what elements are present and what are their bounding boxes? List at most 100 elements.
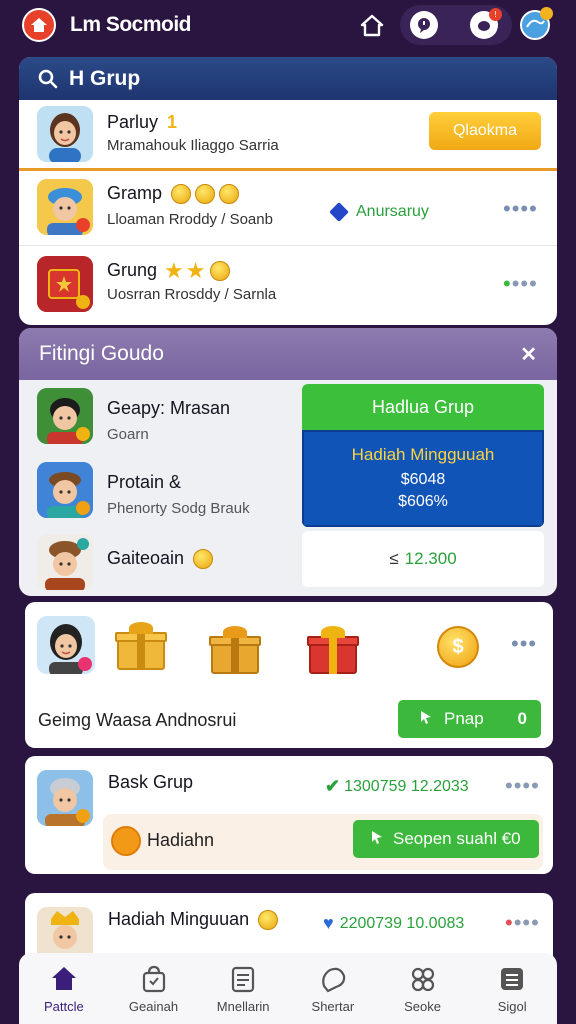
pointer-icon [418, 709, 434, 730]
group-row[interactable]: Grung ★★ Uosrran Rrosddy / Sarnla •••• [19, 245, 557, 325]
gift-box-icon[interactable] [115, 622, 167, 670]
close-icon[interactable]: ✕ [520, 342, 537, 367]
bottom-navigation: Pattcle Geainah Mnellarin Shertar Seoke … [19, 953, 557, 1024]
coin-icon [209, 261, 230, 281]
more-options-icon[interactable]: •••• [505, 775, 540, 797]
row-title: Geapy: Mrasan [107, 398, 231, 418]
diamond-icon [329, 202, 349, 222]
group-row[interactable]: Gramp Lloaman Rroddy / Soanb Anursaruy •… [19, 168, 557, 244]
group-panel-title: H Grup [69, 66, 141, 90]
coin-icon [171, 184, 192, 205]
gift-panel: $ ••• Geimg Waasa Andnosrui Pnap 0 [25, 602, 553, 748]
gift-box-icon[interactable] [307, 626, 359, 674]
app-title: Lm Socmoid [70, 13, 192, 36]
status-tag-label: Anursaruy [356, 203, 429, 220]
coin-icon [219, 184, 240, 205]
star-icon: ★ [164, 258, 184, 283]
row-meta: 1300759 12.2033 [344, 777, 469, 795]
nav-item-seoke[interactable]: Seoke [378, 953, 468, 1024]
nav-label: Geainah [128, 999, 179, 1014]
reward-strip-label: Hadiahn [147, 830, 215, 850]
open-button-label: Seopen suahl €0 [393, 829, 521, 848]
group-row[interactable]: Parluy 1 Mramahouk Iliaggo Sarria Qlaokm… [19, 100, 557, 168]
home-icon[interactable] [356, 10, 388, 42]
group-panel: H Grup Parluy 1 Mramahouk Iliaggo Sarria… [19, 57, 557, 325]
nav-item-sigol[interactable]: Sigol [467, 953, 557, 1024]
avatar [37, 179, 93, 235]
reward-card-body: Hadiah Mingguuah $6048 $606% [302, 430, 544, 527]
more-options-icon[interactable]: •••• [503, 273, 538, 295]
game-icon [407, 963, 439, 995]
nav-item-pattcle[interactable]: Pattcle [19, 953, 109, 1024]
notification-badge-icon: ! [489, 8, 502, 21]
avatar [37, 770, 93, 826]
list-icon [227, 963, 259, 995]
row-title: Gaiteoain [107, 548, 185, 568]
reward-card-header: Hadlua Grup [302, 384, 544, 430]
play-button[interactable]: Pnap 0 [398, 700, 541, 738]
search-icon[interactable] [37, 68, 59, 90]
filter-row[interactable]: Protain & Phenorty Sodg Brauk [19, 460, 299, 530]
coin-icon[interactable]: $ [437, 626, 479, 668]
row-action-button[interactable]: Qlaokma [429, 112, 541, 150]
avatar [37, 106, 93, 162]
open-button[interactable]: Seopen suahl €0 [353, 820, 539, 858]
avatar [37, 462, 93, 518]
chat-icon [317, 963, 349, 995]
nav-label: Mnellarin [216, 999, 270, 1014]
gift-panel-label: Geimg Waasa Andnosrui [38, 710, 237, 730]
chat-bubble-icon[interactable] [410, 11, 438, 39]
coin-icon [258, 910, 279, 931]
rank-badge: 1 [167, 112, 178, 132]
row-subtitle: Lloaman Rroddy / Soanb [107, 211, 273, 228]
reward-value: $6048 [400, 470, 446, 488]
coin-icon [195, 184, 216, 205]
check-icon: ✔ [325, 776, 341, 796]
filter-panel-title: Fitingi Goudo [39, 342, 164, 365]
app-logo-icon[interactable] [22, 8, 56, 42]
row-subtitle: Goarn [107, 426, 149, 443]
notification-icon[interactable]: ! [470, 8, 502, 39]
row-subtitle: Uosrran Rrosddy / Sarnla [107, 286, 277, 303]
coin-icon [111, 826, 141, 856]
row-title: Hadiah Minguuan [108, 909, 250, 929]
nav-label: Seoke [404, 999, 441, 1014]
play-button-label: Pnap [444, 709, 484, 728]
nav-label: Pattcle [43, 999, 84, 1014]
star-icon: ★ [185, 258, 206, 283]
avatar [37, 256, 93, 312]
more-options-icon[interactable]: ••• [511, 633, 537, 655]
avatar [37, 534, 93, 590]
coin-icon [193, 549, 214, 570]
nav-item-shertar[interactable]: Shertar [288, 953, 378, 1024]
nav-item-mnellarin[interactable]: Mnellarin [198, 953, 288, 1024]
row-title: Protain & [107, 472, 182, 492]
bag-icon [138, 963, 170, 995]
row-subtitle: Mramahouk Iliaggo Sarria [107, 137, 279, 154]
home-icon [48, 963, 80, 995]
pointer-icon [369, 829, 385, 850]
nav-label: Sigol [497, 999, 527, 1014]
reward-title: Hadiah Mingguuah [351, 444, 495, 464]
menu-icon [496, 963, 528, 995]
group-panel-header: H Grup [19, 57, 557, 100]
filter-panel: Fitingi Goudo ✕ Geapy: Mrasan Goarn Prot… [19, 328, 557, 596]
status-tag: Anursaruy [329, 202, 429, 222]
amount-prefix: ≤ [389, 549, 399, 568]
weekly-reward-card[interactable]: Hadlua Grup Hadiah Mingguuah $6048 $606% [302, 384, 544, 527]
filter-panel-header: Fitingi Goudo [19, 328, 557, 380]
heart-icon: ♥ [323, 913, 334, 933]
avatar [37, 388, 93, 444]
profile-globe-icon[interactable] [520, 7, 553, 40]
amount-box: ≤ 12.300 [302, 531, 544, 587]
filter-row[interactable]: Geapy: Mrasan Goarn [19, 386, 299, 456]
row-subtitle: Phenorty Sodg Brauk [107, 500, 250, 517]
more-options-icon[interactable]: •••• [503, 198, 538, 220]
nav-item-geainah[interactable]: Geainah [109, 953, 199, 1024]
gift-box-icon[interactable] [209, 626, 261, 674]
filter-row[interactable]: Gaiteoain [19, 532, 299, 596]
row-title: Parluy [107, 112, 159, 132]
more-options-icon[interactable]: •••• [505, 912, 540, 934]
reward-strip: Hadiahn Seopen suahl €0 [103, 814, 543, 870]
status-dot-icon [540, 7, 553, 20]
